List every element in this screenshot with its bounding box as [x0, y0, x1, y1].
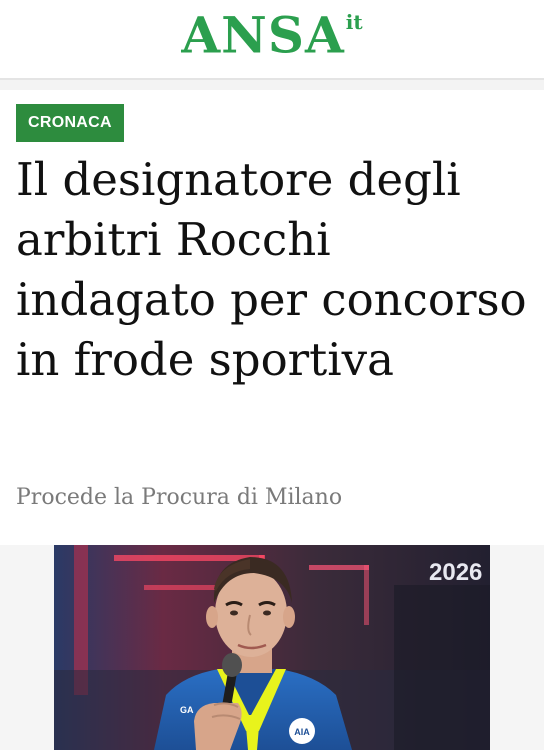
article-subtitle: Procede la Procura di Milano — [16, 485, 343, 510]
article-photo[interactable]: 2026 AIA GA — [54, 545, 490, 750]
header-divider-band — [0, 80, 544, 90]
ansa-logo[interactable]: ANSAit — [0, 0, 544, 76]
logo-text: ANSA — [181, 5, 345, 65]
article-headline: Il designatore degli arbitri Rocchi inda… — [16, 153, 527, 386]
svg-text:GA: GA — [180, 705, 194, 715]
photo-backdrop-text: 2026 — [429, 559, 482, 586]
category-badge[interactable]: CRONACA — [16, 104, 124, 142]
logo-suffix: it — [345, 9, 363, 34]
svg-text:AIA: AIA — [294, 727, 310, 737]
site-header: ANSAit — [0, 0, 544, 80]
photo-illustration: 2026 AIA GA — [54, 545, 490, 750]
